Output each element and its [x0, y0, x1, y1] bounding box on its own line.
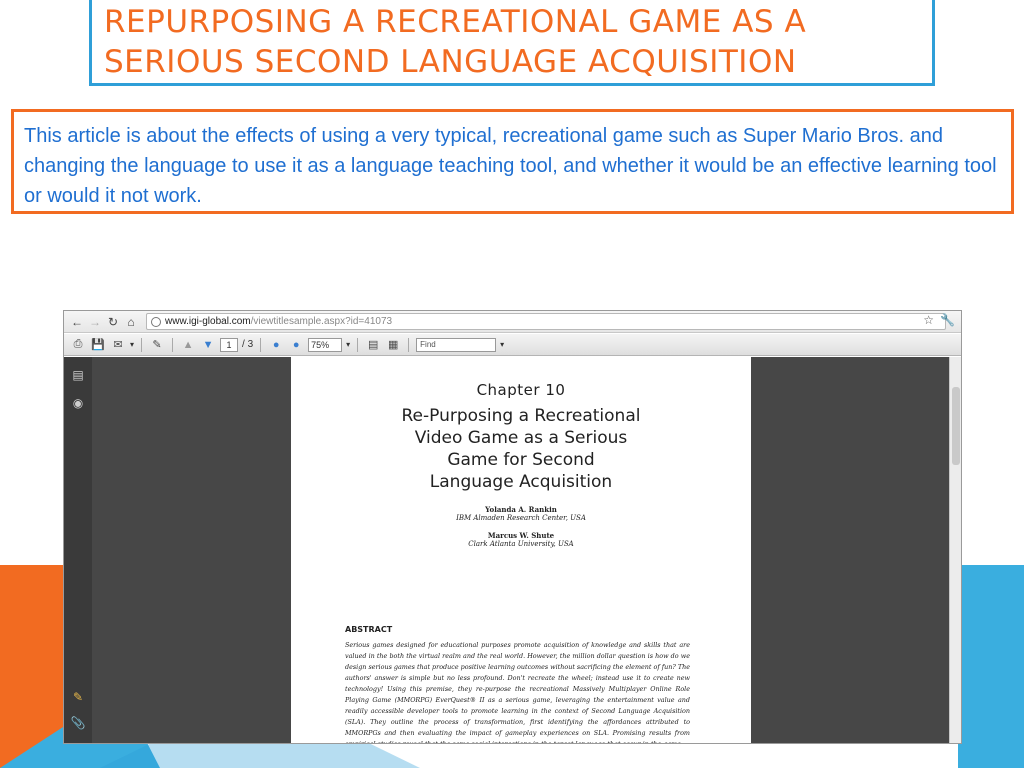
binoculars-icon[interactable]: ◉: [70, 395, 86, 411]
page-icon: [151, 316, 161, 327]
chapter-title-line: Language Acquisition: [429, 472, 613, 492]
comments-icon[interactable]: ✎: [70, 689, 86, 705]
toolbar-divider: [172, 337, 174, 352]
slide-title: REPURPOSING A RECREATIONAL GAME AS A SER…: [104, 4, 807, 80]
chapter-label: Chapter 10: [476, 381, 566, 399]
zoom-in-icon[interactable]: ●: [288, 337, 304, 353]
vertical-scrollbar[interactable]: [949, 357, 961, 743]
address-bar: ← → ↻ ⌂ www.igi-global.com/viewtitlesamp…: [64, 311, 961, 333]
next-page-icon[interactable]: ▼: [200, 337, 216, 353]
title-box: REPURPOSING A RECREATIONAL GAME AS A SER…: [89, 0, 935, 86]
forward-arrow-icon[interactable]: →: [86, 313, 104, 331]
toolbar-divider: [141, 337, 143, 352]
find-input[interactable]: Find: [416, 337, 497, 352]
author-block: Yolanda A. Rankin IBM Almaden Research C…: [291, 505, 751, 522]
zoom-select[interactable]: 75%: [308, 337, 343, 352]
author-name: Marcus W. Shute: [487, 531, 555, 540]
toolbar-divider: [357, 337, 359, 352]
author-affiliation: IBM Almaden Research Center, USA: [456, 514, 586, 522]
sign-icon[interactable]: ✎: [149, 337, 165, 353]
chevron-down-icon[interactable]: ▾: [500, 340, 504, 349]
previous-page-icon[interactable]: ▲: [180, 337, 196, 353]
author-name: Yolanda A. Rankin: [485, 505, 557, 514]
url-field[interactable]: www.igi-global.com/viewtitlesample.aspx?…: [146, 313, 946, 330]
slide: REPURPOSING A RECREATIONAL GAME AS A SER…: [0, 0, 1024, 768]
chapter-title-line: Video Game as a Serious: [414, 428, 628, 448]
author-affiliation: Clark Atlanta University, USA: [468, 540, 574, 548]
abstract-text: Serious games designed for educational p…: [345, 641, 690, 744]
summary-box: This article is about the effects of usi…: [11, 109, 1014, 214]
abstract-heading: ABSTRACT: [345, 625, 393, 634]
paperclip-icon[interactable]: 📎: [70, 715, 86, 731]
page-number-input[interactable]: 1: [220, 337, 239, 352]
toolbar-divider: [408, 337, 410, 352]
url-path: /viewtitlesample.aspx?id=41073: [250, 316, 393, 327]
chapter-title: Re-Purposing a Recreational Video Game a…: [291, 405, 751, 493]
toolbar-divider: [260, 337, 262, 352]
chapter-title-line: Game for Second: [447, 450, 595, 470]
chapter-title-line: Re-Purposing a Recreational: [401, 406, 641, 426]
fit-width-icon[interactable]: ▤: [365, 337, 381, 353]
fit-page-icon[interactable]: ▦: [385, 337, 401, 353]
chevron-down-icon[interactable]: ▾: [130, 340, 134, 349]
pages-icon[interactable]: ▤: [70, 367, 86, 383]
save-icon[interactable]: 💾: [90, 337, 106, 353]
bookmark-star-icon[interactable]: ☆: [923, 313, 934, 327]
reload-icon[interactable]: ↻: [104, 313, 122, 331]
share-icon[interactable]: ✉: [110, 337, 126, 353]
url-host: www.igi-global.com: [165, 316, 251, 327]
left-rail: ▤ ◉ ✎ 📎: [64, 357, 92, 743]
zoom-out-icon[interactable]: ●: [268, 337, 284, 353]
home-icon[interactable]: ⌂: [122, 313, 140, 331]
blue-band: [958, 565, 1024, 768]
summary-text: This article is about the effects of usi…: [24, 125, 997, 207]
pdf-viewer: ▤ ◉ ✎ 📎 Chapter 10 Re-Purposing a Recrea…: [64, 357, 961, 744]
wrench-icon[interactable]: 🔧: [940, 313, 955, 327]
pdf-page: Chapter 10 Re-Purposing a Recreational V…: [291, 357, 751, 744]
print-icon[interactable]: ⎙: [70, 337, 86, 353]
page-total: / 3: [242, 339, 254, 350]
chevron-down-icon[interactable]: ▾: [346, 340, 350, 349]
browser-screenshot: ← → ↻ ⌂ www.igi-global.com/viewtitlesamp…: [63, 310, 962, 744]
back-arrow-icon[interactable]: ←: [68, 313, 86, 331]
scrollbar-thumb[interactable]: [952, 387, 960, 465]
author-block: Marcus W. Shute Clark Atlanta University…: [291, 531, 751, 548]
pdf-toolbar: ⎙ 💾 ✉ ▾ ✎ ▲ ▼ 1 / 3 ● ● 75% ▾ ▤ ▦ Find ▾: [64, 334, 961, 356]
